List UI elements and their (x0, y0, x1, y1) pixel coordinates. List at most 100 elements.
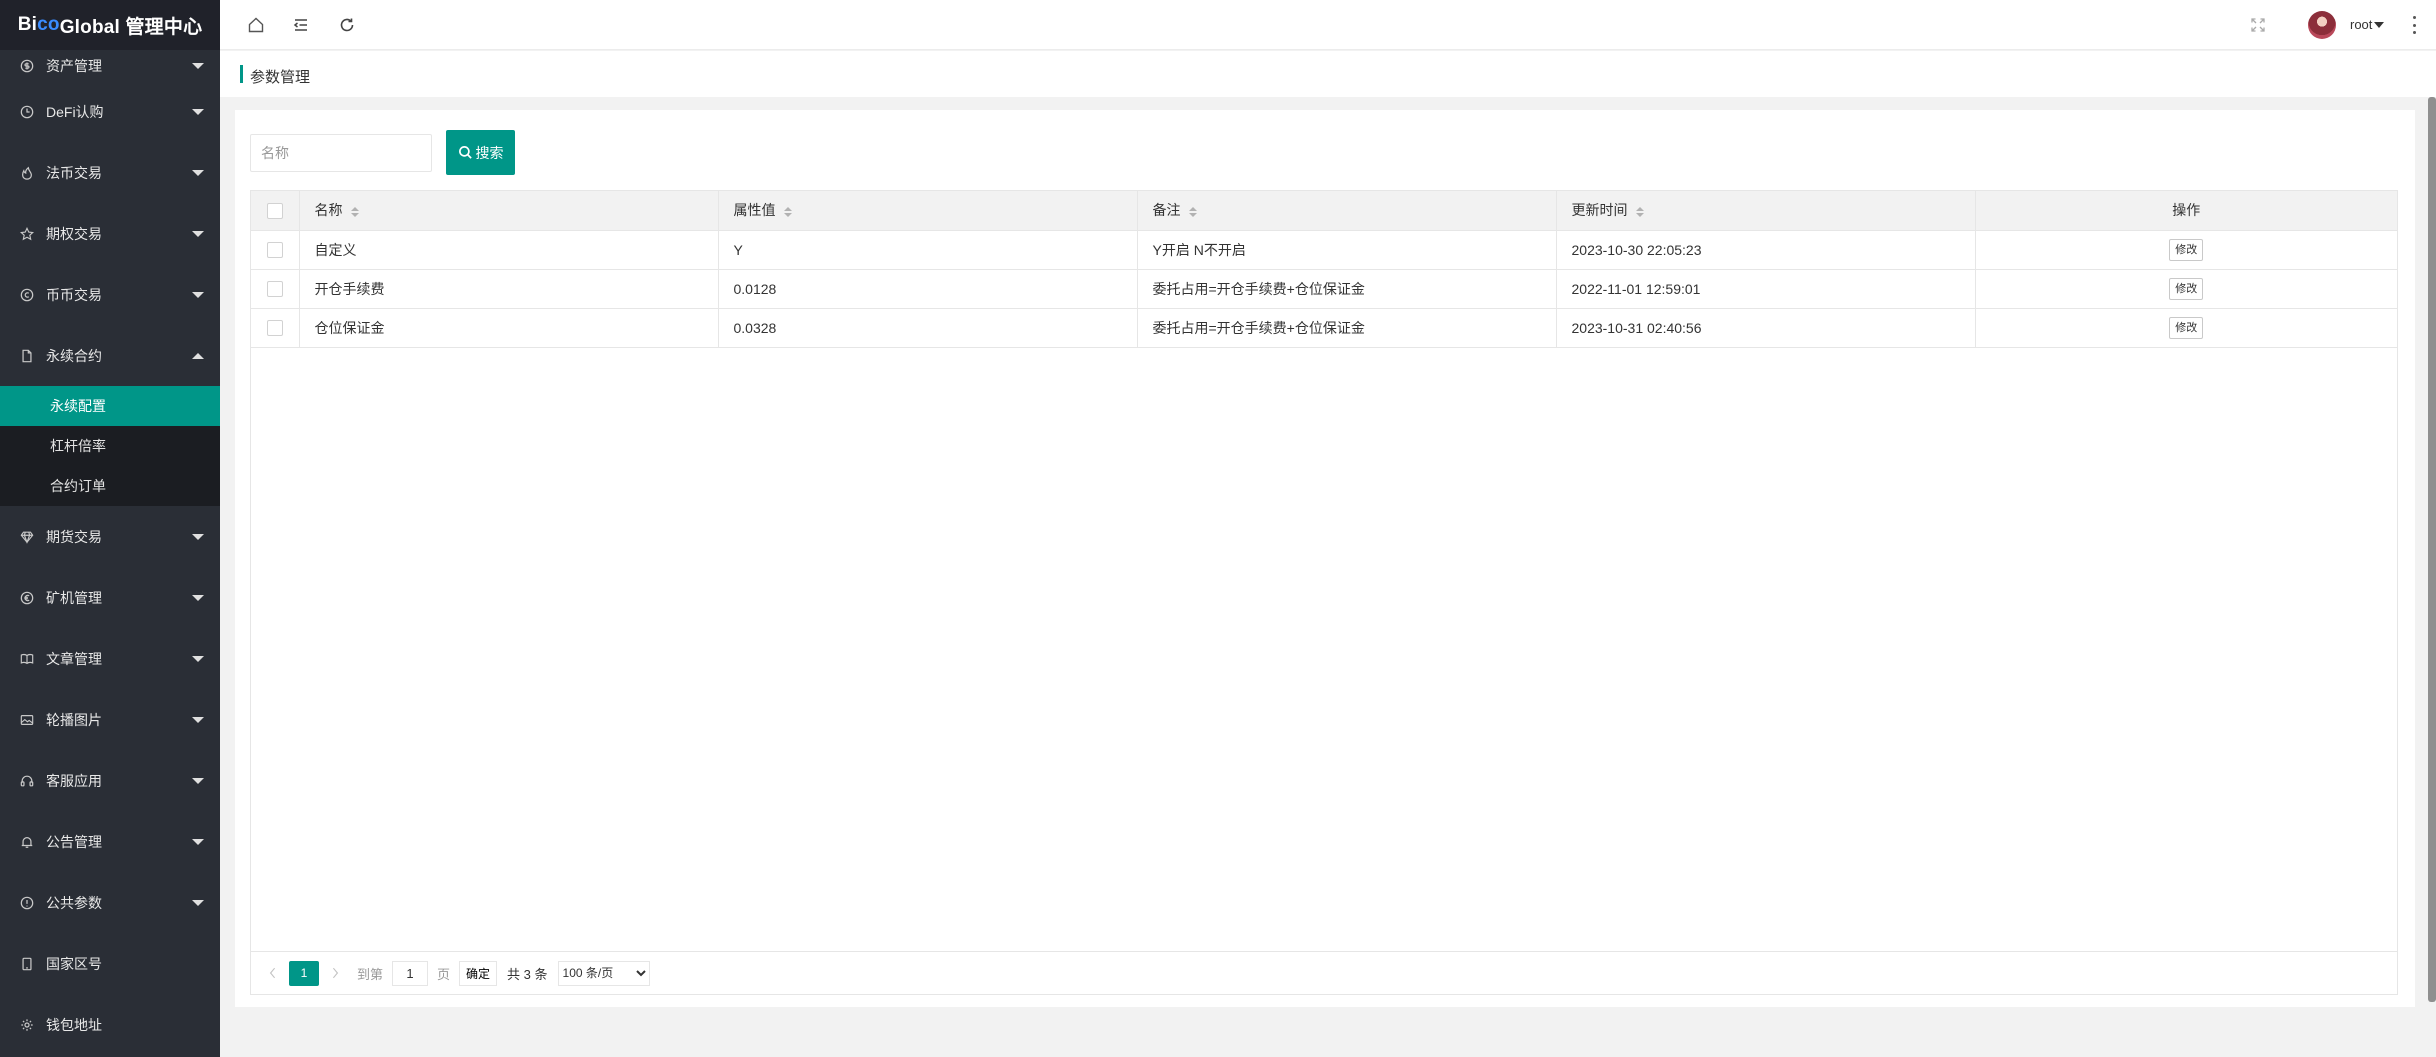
sidebar-item-label: 资产管理 (46, 57, 102, 74)
fullscreen-icon[interactable] (2246, 13, 2270, 37)
sidebar-item-label: 公共参数 (46, 894, 102, 911)
chevron-down-icon (192, 533, 204, 540)
home-icon[interactable] (244, 13, 268, 37)
sidebar-item-mining[interactable]: 矿机管理 (0, 567, 220, 628)
sidebar-item-customer-service[interactable]: 客服应用 (0, 750, 220, 811)
info-icon (20, 896, 34, 910)
app-logo[interactable]: Bi co Global 管理中心 (0, 0, 220, 50)
sidebar-subitem-leverage[interactable]: 杠杆倍率 (0, 426, 220, 466)
sort-icon[interactable] (350, 206, 359, 217)
diamond-icon (20, 530, 34, 544)
book-icon (20, 652, 34, 666)
sidebar-item-carousel[interactable]: 轮播图片 (0, 689, 220, 750)
cell-value: Y (718, 230, 1138, 270)
sort-icon[interactable] (1188, 206, 1197, 217)
row-checkbox[interactable] (266, 281, 283, 298)
chevron-left-icon[interactable] (265, 959, 281, 987)
sidebar-subitem-perpetual-config[interactable]: 永续配置 (0, 386, 220, 426)
sidebar-item-country-codes[interactable]: 国家区号 (0, 933, 220, 994)
chevron-down-icon (192, 291, 204, 298)
row-checkbox[interactable] (266, 242, 283, 259)
sidebar-item-public-params[interactable]: 公共参数 (0, 872, 220, 933)
perpetual-submenu: 永续配置 杠杆倍率 合约订单 (0, 386, 220, 506)
chevron-down-icon (192, 230, 204, 237)
column-header-updated[interactable]: 更新时间 (1556, 191, 1976, 231)
sidebar-item-label: 法币交易 (46, 164, 102, 181)
more-vertical-icon[interactable] (2411, 16, 2417, 34)
sidebar-subitem-label: 合约订单 (50, 478, 106, 494)
sidebar-item-perpetual[interactable]: 永续合约 (0, 325, 220, 386)
chevron-right-icon[interactable] (327, 959, 343, 987)
sidebar-item-label: 期权交易 (46, 225, 102, 242)
user-name[interactable]: root (2350, 17, 2372, 32)
sidebar-item-wallet-address[interactable]: 钱包地址 (0, 994, 220, 1055)
sidebar-item-label: 币币交易 (46, 286, 102, 303)
table-row: 自定义 Y Y开启 N不开启 2023-10-30 22:05:23 修改 (251, 230, 2397, 270)
sort-icon[interactable] (783, 206, 792, 217)
sidebar-subitem-contract-orders[interactable]: 合约订单 (0, 466, 220, 506)
sidebar-item-spot[interactable]: 币币交易 (0, 264, 220, 325)
goto-confirm-button[interactable]: 确定 (459, 960, 498, 986)
logo-text-rest: Global 管理中心 (59, 16, 203, 38)
sidebar-item-options[interactable]: 期权交易 (0, 203, 220, 264)
menu-collapse-icon[interactable] (289, 13, 313, 37)
sidebar-item-label: 客服应用 (46, 772, 102, 789)
cell-remark: 委托占用=开仓手续费+仓位保证金 (1137, 308, 1557, 348)
column-header-value[interactable]: 属性值 (718, 191, 1138, 231)
file-icon (20, 349, 34, 363)
sidebar-item-label: 期货交易 (46, 528, 102, 545)
sidebar-item-announcements[interactable]: 公告管理 (0, 811, 220, 872)
goto-page-input[interactable] (392, 960, 429, 986)
row-checkbox[interactable] (266, 320, 283, 337)
page-unit-label: 页 (437, 966, 451, 982)
star-icon (20, 226, 34, 241)
column-header-name[interactable]: 名称 (299, 191, 719, 231)
avatar[interactable] (2308, 11, 2336, 39)
chevron-down-icon (192, 899, 204, 906)
sidebar-item-defi[interactable]: DeFi认购 (0, 81, 220, 142)
cell-action: 修改 (1975, 230, 2397, 270)
sidebar-item-futures[interactable]: 期货交易 (0, 506, 220, 567)
fire-icon (20, 166, 34, 180)
breadcrumb: 参数管理 (220, 51, 2436, 97)
logo-text-part: Bi (17, 14, 38, 35)
cell-action: 修改 (1975, 308, 2397, 348)
cell-remark: Y开启 N不开启 (1137, 230, 1557, 270)
sidebar-item-label: 文章管理 (46, 650, 102, 667)
edit-button[interactable]: 修改 (2169, 277, 2204, 300)
sidebar-item-label: DeFi认购 (46, 103, 104, 120)
search-input[interactable] (250, 134, 432, 172)
user-dropdown-caret-icon[interactable] (2374, 22, 2384, 28)
sort-icon[interactable] (1635, 206, 1644, 217)
page-size-select[interactable]: 100 条/页 (557, 960, 650, 986)
sidebar-item-label: 公告管理 (46, 833, 102, 850)
search-button-label: 搜索 (475, 144, 504, 161)
column-header-remark[interactable]: 备注 (1137, 191, 1557, 231)
breadcrumb-marker (240, 65, 243, 83)
edit-button[interactable]: 修改 (2169, 238, 2204, 261)
cell-remark: 委托占用=开仓手续费+仓位保证金 (1137, 269, 1557, 309)
page-current[interactable]: 1 (289, 960, 319, 986)
sidebar-item-label: 国家区号 (46, 955, 102, 972)
clock-icon (20, 105, 34, 119)
edit-button[interactable]: 修改 (2169, 316, 2204, 339)
sidebar-item-label: 轮播图片 (46, 711, 102, 728)
sidebar-item-assets[interactable]: 资产管理 (0, 50, 220, 81)
chevron-down-icon (192, 108, 204, 115)
sidebar-item-articles[interactable]: 文章管理 (0, 628, 220, 689)
cell-updated: 2023-10-31 02:40:56 (1556, 308, 1976, 348)
cell-value: 0.0328 (718, 308, 1138, 348)
scrollbar[interactable] (2428, 97, 2436, 1002)
search-button[interactable]: 搜索 (446, 130, 515, 175)
cell-updated: 2023-10-30 22:05:23 (1556, 230, 1976, 270)
image-icon (20, 713, 34, 727)
column-header-label: 属性值 (733, 202, 776, 219)
chevron-down-icon (192, 777, 204, 784)
chevron-down-icon (192, 838, 204, 845)
top-header (220, 0, 2436, 50)
search-icon (458, 146, 472, 159)
select-all-checkbox[interactable] (266, 202, 283, 219)
sidebar-item-fiat[interactable]: 法币交易 (0, 142, 220, 203)
headset-icon (20, 774, 34, 788)
refresh-icon[interactable] (335, 13, 359, 37)
